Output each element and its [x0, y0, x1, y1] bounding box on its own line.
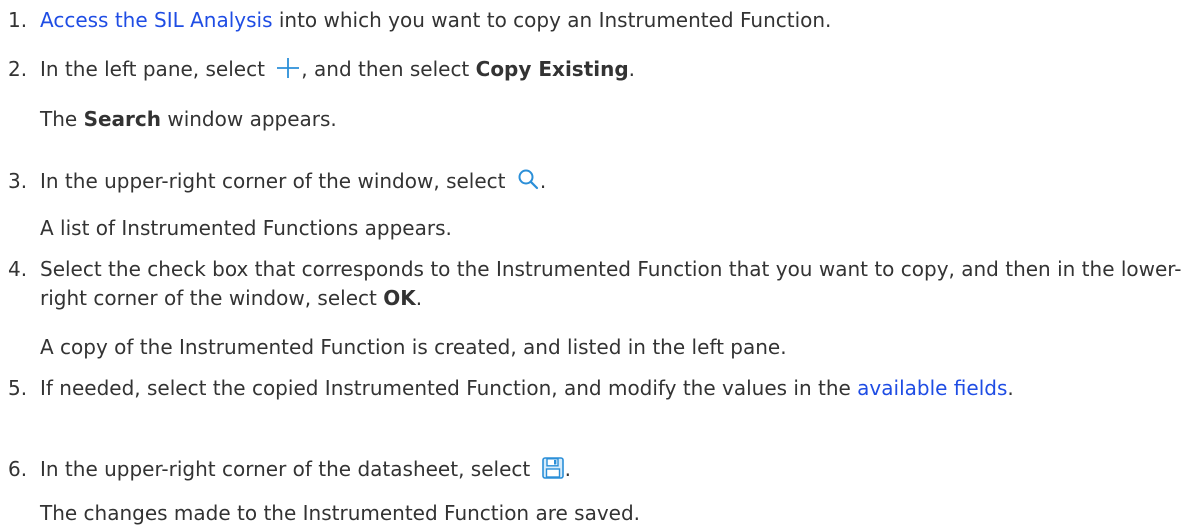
- available-fields-link[interactable]: available fields: [857, 376, 1007, 400]
- step-number: 3.: [8, 169, 28, 193]
- step-text: Access the SIL Analysis into which you w…: [40, 8, 832, 32]
- step-text: In the upper-right corner of the window,…: [40, 168, 547, 193]
- step-2-result: The Search window appears.: [40, 107, 337, 131]
- ok-label: OK: [383, 286, 416, 310]
- step-number: 4.: [8, 257, 28, 281]
- save-icon: [541, 456, 565, 480]
- search-icon: [516, 168, 540, 192]
- step-4-result: A copy of the Instrumented Function is c…: [40, 335, 787, 359]
- step-3-result: A list of Instrumented Functions appears…: [40, 216, 452, 240]
- step-text: In the left pane, select , and then sele…: [40, 56, 636, 81]
- access-sil-analysis-link[interactable]: Access the SIL Analysis: [40, 8, 273, 32]
- step-number: 2.: [8, 57, 28, 81]
- copy-existing-label: Copy Existing: [475, 57, 629, 81]
- step-number: 6.: [8, 457, 28, 481]
- step-number: 1.: [8, 8, 28, 32]
- step-text: If needed, select the copied Instrumente…: [40, 376, 1014, 400]
- step-number: 5.: [8, 376, 28, 400]
- step-text: Select the check box that corresponds to…: [40, 257, 1182, 310]
- step-text: In the upper-right corner of the datashe…: [40, 456, 571, 481]
- search-window-label: Search: [83, 107, 161, 131]
- plus-icon: [275, 56, 301, 80]
- step-6-result: The changes made to the Instrumented Fun…: [40, 501, 641, 525]
